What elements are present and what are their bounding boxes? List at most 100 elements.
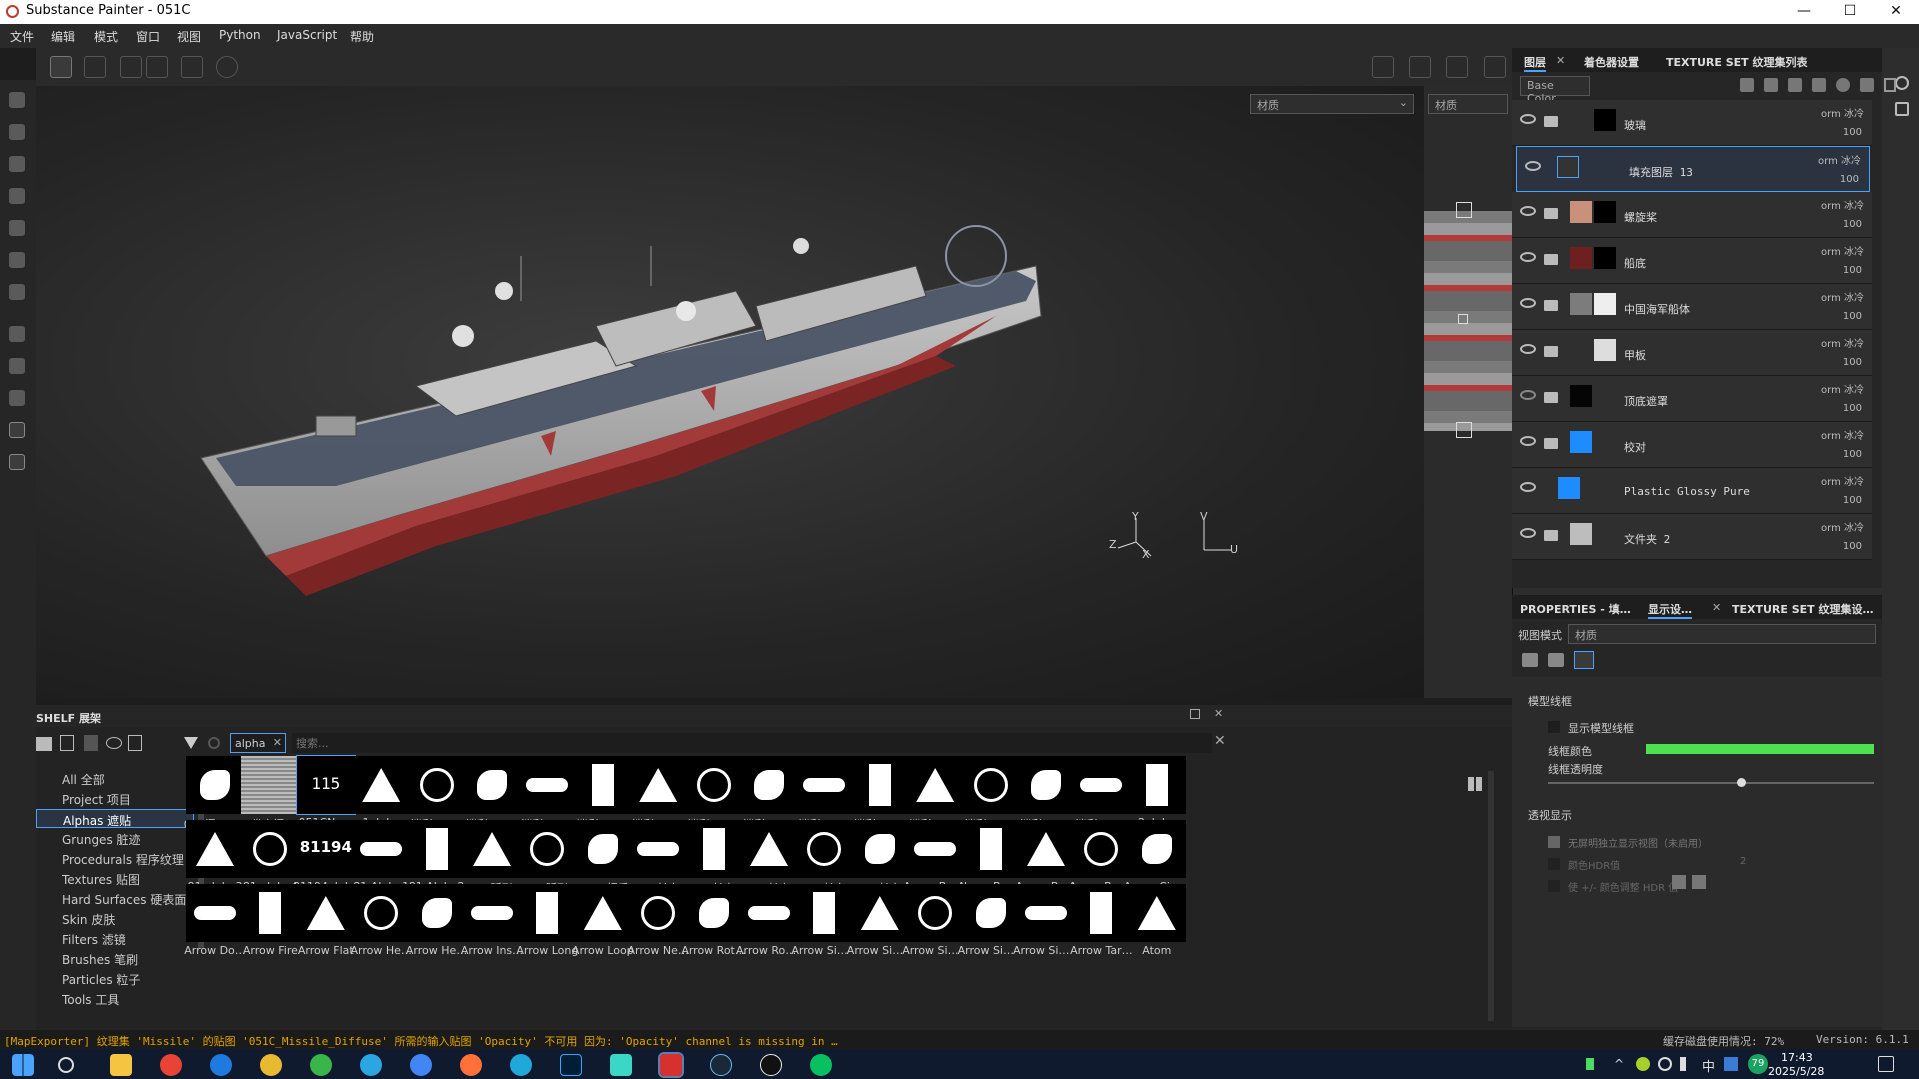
menu-javascript[interactable]: JavaScript [277,28,337,42]
slider-handle[interactable] [1737,778,1747,787]
eye-icon[interactable] [1520,252,1536,262]
camera-video-icon[interactable] [1446,56,1468,78]
tab-shader-settings[interactable]: 着色器设置 [1584,54,1639,70]
app-teal-icon[interactable] [610,1054,632,1076]
layer-blend[interactable]: orm 冰冷 [1821,105,1864,120]
close-button[interactable]: ✕ [1873,0,1919,24]
tab-properties[interactable]: PROPERTIES - 填… [1520,601,1631,617]
layer-blend[interactable]: orm 冰冷 [1821,335,1864,350]
grid-view-icon[interactable] [1468,777,1482,791]
tray-app-icon[interactable] [1636,1057,1650,1071]
tab-texture-set-list[interactable]: TEXTURE SET 纹理集列表 [1666,54,1808,70]
menu-mode[interactable]: 模式 [94,28,118,45]
screenshot-icon[interactable] [9,454,25,470]
tab-layers[interactable]: 图层 [1524,54,1546,72]
assets-scrollbar[interactable] [1488,771,1494,1021]
save-icon[interactable] [84,735,98,751]
eye-icon[interactable] [1520,206,1536,216]
layer-blend[interactable]: orm 冰冷 [1821,197,1864,212]
layer-row[interactable]: 校对 orm 冰冷 100 [1512,422,1872,468]
eye-icon[interactable] [1520,528,1536,538]
layer-row[interactable]: 甲板 orm 冰冷 100 [1512,330,1872,376]
tab-display-settings[interactable]: 显示设… [1648,601,1692,619]
category-brushes[interactable]: Brushes 笔刷 [36,949,194,968]
eye-icon[interactable] [1520,482,1536,492]
category-tools[interactable]: Tools 工具 [36,989,194,1008]
layer-blend[interactable]: orm 冰冷 [1821,427,1864,442]
browser-icon[interactable] [160,1054,182,1076]
smart-material-icon[interactable] [1836,78,1850,92]
filter-icon[interactable] [184,737,198,749]
menu-window[interactable]: 窗口 [136,28,160,45]
tab-texture-set-settings[interactable]: TEXTURE SET 纹理集设… [1732,601,1874,617]
category-alphas[interactable]: Alphas 遮贴 [36,809,194,828]
layer-opacity[interactable]: 100 [1843,495,1862,506]
asset-tile[interactable]: Atom [1126,884,1188,962]
shelf-search-input[interactable] [292,733,1212,753]
category-hard-surfaces[interactable]: Hard Surfaces 硬表面 [36,889,194,908]
layer-opacity[interactable]: 100 [1843,403,1862,414]
split-view-icon[interactable] [1372,56,1394,78]
chevron-up-icon[interactable]: ^ [1614,1057,1624,1071]
fullscreen-icon[interactable] [1574,651,1594,669]
hdr-adjust-checkbox[interactable] [1548,880,1560,892]
hdr-value[interactable]: 2 [1740,856,1746,867]
clone-stamp-icon[interactable] [9,252,25,268]
layer-row[interactable]: 船底 orm 冰冷 100 [1512,238,1872,284]
layer-row[interactable]: Plastic Glossy Pure orm 冰冷 100 [1512,468,1872,514]
app-green-icon[interactable] [310,1054,332,1076]
grid-snap-icon[interactable] [50,56,72,78]
wechat-icon[interactable] [810,1054,832,1076]
layer-opacity[interactable]: 100 [1843,449,1862,460]
windows-start-icon[interactable] [12,1054,34,1076]
menu-edit[interactable]: 编辑 [51,28,75,45]
chrome-icon[interactable] [260,1054,282,1076]
search-icon[interactable] [58,1057,74,1073]
category-textures[interactable]: Textures 贴图 [36,869,194,888]
layer-row[interactable]: 螺旋桨 orm 冰冷 100 [1512,192,1872,238]
steam-icon[interactable] [710,1054,732,1076]
chrome-alt-icon[interactable] [410,1054,432,1076]
uv-handle-center[interactable] [1458,314,1468,324]
hdr-checkbox[interactable] [1548,858,1560,870]
uv-handle-bottom[interactable] [1456,422,1472,438]
ime-mode-icon[interactable] [1724,1057,1738,1071]
eye-icon[interactable] [1520,436,1536,446]
close-icon[interactable]: ✕ [1556,54,1565,67]
layer-blend[interactable]: orm 冰冷 [1821,243,1864,258]
photoshop-export-icon[interactable] [9,422,25,438]
layer-blend[interactable]: orm 冰冷 [1821,381,1864,396]
layer-row[interactable]: 文件夹 2 orm 冰冷 100 [1512,514,1872,560]
layer-row[interactable]: 顶底遮罩 orm 冰冷 100 [1512,376,1872,422]
messenger-icon[interactable] [360,1054,382,1076]
paint-brush-icon[interactable] [9,92,25,108]
file-explorer-icon[interactable] [110,1054,132,1076]
eye-hidden-icon[interactable] [1520,390,1536,400]
maximize-button[interactable]: ☐ [1827,0,1873,24]
add-icon[interactable] [181,56,203,78]
notification-center-icon[interactable] [1878,1056,1894,1072]
layer-row-selected[interactable]: 填充图层 13 orm 冰冷 100 [1516,146,1870,192]
layer-opacity[interactable]: 100 [1843,219,1862,230]
camera-icon[interactable] [1484,56,1506,78]
layer-opacity[interactable]: 100 [1843,541,1862,552]
app-blue-icon[interactable] [510,1054,532,1076]
projection-icon[interactable] [9,156,25,172]
clock-date[interactable]: 2025/5/28 [1768,1065,1824,1078]
add-paint-layer-icon[interactable] [1812,78,1826,92]
category-filters[interactable]: Filters 滤镜 [36,929,194,948]
ime-indicator[interactable]: 中 [1702,1056,1715,1075]
grid-view-icon[interactable] [84,56,106,78]
eraser-icon[interactable] [9,124,25,140]
layer-opacity[interactable]: 100 [1843,357,1862,368]
volume-icon[interactable] [1680,1057,1694,1071]
minimize-button[interactable]: — [1781,0,1827,24]
category-skin[interactable]: Skin 皮肤 [36,909,194,928]
image-icon[interactable] [1522,653,1538,667]
layer-opacity[interactable]: 100 [1843,127,1862,138]
import-icon[interactable] [128,735,142,751]
clear-search-icon[interactable]: ✕ [1214,733,1226,749]
add-effect-icon[interactable] [1740,78,1754,92]
log-panel-icon[interactable] [1895,102,1909,116]
eye-icon[interactable] [1520,344,1536,354]
